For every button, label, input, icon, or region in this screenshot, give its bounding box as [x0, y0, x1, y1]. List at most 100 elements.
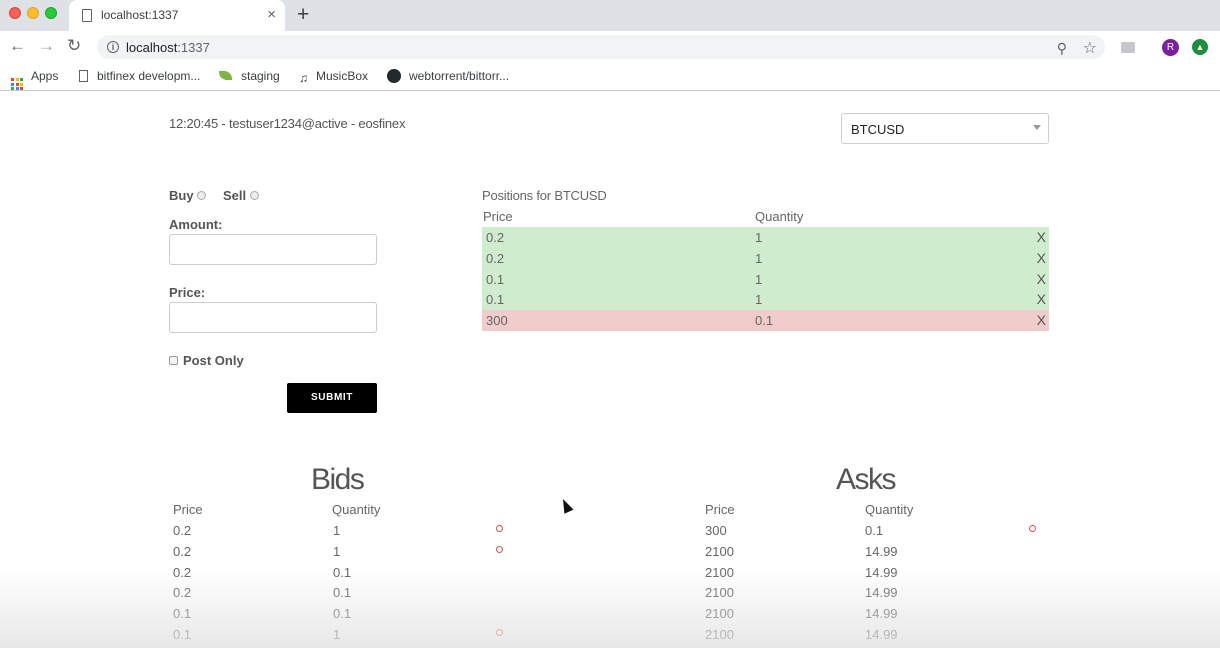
amount-label: Amount: [169, 217, 223, 232]
bids-price-header: Price [173, 502, 203, 517]
back-arrow-icon[interactable]: ← [9, 36, 26, 56]
bid-price: 0.2 [173, 543, 192, 559]
ask-quantity: 0.1 [865, 523, 884, 538]
post-only-label: Post Only [183, 353, 244, 368]
amount-input[interactable] [169, 234, 377, 265]
positions-quantity-header: Quantity [755, 209, 804, 224]
ask-price: 2100 [705, 564, 734, 580]
ask-row[interactable]: 300 0.1 [705, 520, 1045, 541]
extension-green-icon[interactable]: ▲ [1192, 39, 1208, 55]
bid-quantity: 0.1 [333, 585, 352, 601]
maximize-window-button[interactable] [45, 7, 57, 19]
bookmark-bitfinex[interactable]: bitfinex developm... [79, 69, 200, 83]
bid-row[interactable]: 0.2 1 [173, 541, 513, 562]
bid-row[interactable]: 0.2 0.1 [173, 582, 513, 603]
close-position-button[interactable]: X [1037, 250, 1046, 266]
bid-row[interactable]: 0.2 1 [173, 520, 513, 541]
zoom-icon[interactable]: ⚲ [1057, 40, 1067, 57]
ask-quantity: 14.99 [865, 564, 898, 580]
bookmark-staging[interactable]: staging [219, 69, 280, 83]
address-bar[interactable]: i localhost:1337 ⚲ ☆ [97, 35, 1105, 59]
bids-title: Bids [311, 463, 365, 496]
bid-price: 0.2 [173, 523, 192, 538]
position-quantity: 1 [755, 271, 763, 287]
position-price: 0.1 [486, 271, 505, 287]
bid-quantity: 1 [333, 543, 341, 559]
close-position-button[interactable]: X [1037, 229, 1046, 245]
pair-select[interactable]: BTCUSD [841, 113, 1049, 144]
tab-close-icon[interactable]: × [267, 6, 276, 23]
position-row: 0.2 1 X [482, 247, 1049, 269]
ask-price: 2100 [705, 543, 734, 559]
close-position-button[interactable]: X [1037, 312, 1046, 328]
position-row: 0.2 1 X [482, 227, 1049, 248]
bid-row[interactable]: 0.1 0.1 [173, 603, 513, 624]
info-icon[interactable]: i [107, 41, 119, 53]
bookmark-label: staging [241, 69, 280, 83]
profile-avatar[interactable]: R [1162, 39, 1179, 56]
close-position-button[interactable]: X [1037, 271, 1046, 287]
ask-row[interactable]: 2100 14.99 [705, 603, 1045, 624]
position-quantity: 1 [755, 230, 763, 245]
ask-row[interactable]: 2100 14.99 [705, 562, 1045, 583]
price-input[interactable] [169, 302, 377, 333]
ask-row[interactable]: 2100 14.99 [705, 582, 1045, 603]
page-icon [82, 9, 92, 22]
extension-icon[interactable] [1121, 42, 1135, 53]
apps-grid-icon [11, 78, 23, 90]
bid-quantity: 1 [333, 626, 341, 642]
own-order-icon[interactable] [496, 545, 503, 553]
buy-label: Buy [169, 188, 194, 203]
bookmark-label: webtorrent/bittorr... [409, 69, 510, 83]
url-port: :1337 [177, 40, 210, 55]
submit-button[interactable]: SUBMIT [287, 383, 377, 413]
url-text[interactable]: localhost:1337 [126, 40, 210, 55]
bid-row[interactable]: 0.1 1 [173, 624, 513, 645]
mouse-cursor-icon [558, 496, 574, 514]
own-order-icon[interactable] [1029, 525, 1036, 532]
sell-radio[interactable] [250, 191, 259, 200]
bid-quantity: 0.1 [333, 564, 352, 580]
bids-quantity-header: Quantity [332, 502, 381, 517]
forward-arrow-icon[interactable]: → [38, 36, 55, 56]
bid-quantity: 0.1 [333, 606, 352, 622]
ask-quantity: 14.99 [865, 585, 898, 601]
bid-price: 0.1 [173, 606, 192, 622]
bookmark-apps[interactable]: Apps [11, 69, 58, 90]
bid-price: 0.2 [173, 564, 192, 580]
bid-row[interactable]: 0.2 0.1 [173, 562, 513, 583]
tab-title: localhost:1337 [101, 8, 179, 22]
bookmark-label: MusicBox [316, 69, 369, 83]
ask-row[interactable]: 2100 14.99 [705, 624, 1045, 645]
asks-price-header: Price [705, 502, 735, 517]
new-tab-button[interactable]: + [297, 4, 309, 26]
asks-title: Asks [836, 463, 897, 496]
bids-table: 0.2 1 0.2 1 0.2 0.1 0.2 0.1 0.1 0.1 0.1 … [173, 520, 513, 645]
close-window-button[interactable] [9, 7, 21, 19]
position-price: 0.2 [486, 250, 505, 266]
own-order-icon[interactable] [496, 628, 503, 636]
minimize-window-button[interactable] [27, 7, 39, 19]
ask-price: 2100 [705, 626, 734, 642]
position-quantity: 1 [755, 250, 763, 266]
own-order-icon[interactable] [496, 525, 503, 532]
bid-quantity: 1 [333, 523, 341, 538]
bookmark-label: Apps [31, 69, 59, 83]
ask-quantity: 14.99 [865, 543, 898, 559]
bookmark-webtorrent[interactable]: webtorrent/bittorr... [387, 69, 509, 83]
ask-row[interactable]: 2100 14.99 [705, 541, 1045, 562]
buy-radio[interactable] [197, 191, 206, 200]
bookmark-label: bitfinex developm... [97, 69, 201, 83]
browser-tab[interactable]: localhost:1337 × [69, 0, 285, 31]
pair-select-value: BTCUSD [851, 122, 905, 137]
reload-icon[interactable]: ↻ [67, 36, 81, 56]
position-price: 0.1 [486, 292, 505, 308]
position-price: 0.2 [486, 230, 505, 245]
post-only-checkbox[interactable] [169, 356, 178, 365]
music-note-icon: ♫ [299, 71, 308, 85]
close-position-button[interactable]: X [1037, 291, 1046, 307]
position-row: 0.1 1 X [482, 268, 1049, 290]
bookmark-star-icon[interactable]: ☆ [1083, 38, 1097, 58]
ask-quantity: 14.99 [865, 606, 898, 622]
bookmark-musicbox[interactable]: ♫ MusicBox [299, 69, 368, 85]
